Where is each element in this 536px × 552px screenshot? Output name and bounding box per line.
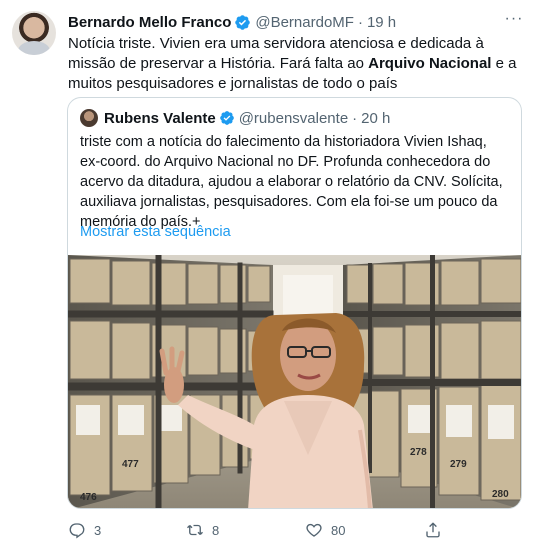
separator: · xyxy=(357,13,363,31)
share-icon xyxy=(426,522,440,538)
separator: · xyxy=(352,109,358,127)
share-button[interactable] xyxy=(424,520,442,540)
quoted-time: 20 h xyxy=(361,109,391,127)
like-button[interactable]: 80 xyxy=(305,520,345,540)
show-thread-link[interactable]: Mostrar esta sequência xyxy=(80,224,231,240)
quoted-author-avatar xyxy=(80,109,98,127)
more-options-icon[interactable]: ··· xyxy=(504,11,524,32)
verified-badge-icon xyxy=(219,111,234,125)
author-avatar[interactable] xyxy=(12,11,56,55)
retweet-count: 8 xyxy=(212,522,220,538)
quoted-author-name: Rubens Valente xyxy=(104,109,216,127)
quoted-photo[interactable]: 476 477 278 279 280 xyxy=(68,255,521,508)
author-name[interactable]: Bernardo Mello Franco xyxy=(68,14,231,31)
bold-text: Arquivo Nacional xyxy=(368,55,492,72)
retweet-icon xyxy=(187,524,203,536)
box-label: 477 xyxy=(122,459,139,470)
box-label: 279 xyxy=(450,459,467,470)
reply-count: 3 xyxy=(94,522,102,538)
box-label: 280 xyxy=(492,489,509,500)
tweet[interactable]: Bernardo Mello Franco @BernardoMF · 19 h… xyxy=(0,0,536,552)
reply-icon xyxy=(69,523,85,539)
verified-badge-icon xyxy=(235,14,251,30)
tweet-time[interactable]: 19 h xyxy=(367,14,396,31)
quoted-header: Rubens Valente @rubensvalente · 20 h xyxy=(80,108,390,128)
heart-icon xyxy=(306,523,322,537)
quoted-author-handle: @rubensvalente xyxy=(238,109,349,127)
tweet-actions: 3 8 80 xyxy=(68,520,524,540)
tweet-header: Bernardo Mello Franco @BernardoMF · 19 h xyxy=(68,12,396,32)
quoted-tweet[interactable]: Rubens Valente @rubensvalente · 20 h tri… xyxy=(67,97,522,509)
reply-button[interactable]: 3 xyxy=(68,520,101,540)
box-label: 476 xyxy=(80,492,97,503)
author-handle[interactable]: @BernardoMF xyxy=(255,14,354,31)
retweet-button[interactable]: 8 xyxy=(186,520,219,540)
tweet-text: Notícia triste. Vivien era uma servidora… xyxy=(68,35,517,92)
archive-photo: 476 477 278 279 280 xyxy=(68,255,521,508)
like-count: 80 xyxy=(331,522,346,538)
quoted-text: triste com a notícia do falecimento da h… xyxy=(80,134,503,230)
box-label: 278 xyxy=(410,447,427,458)
